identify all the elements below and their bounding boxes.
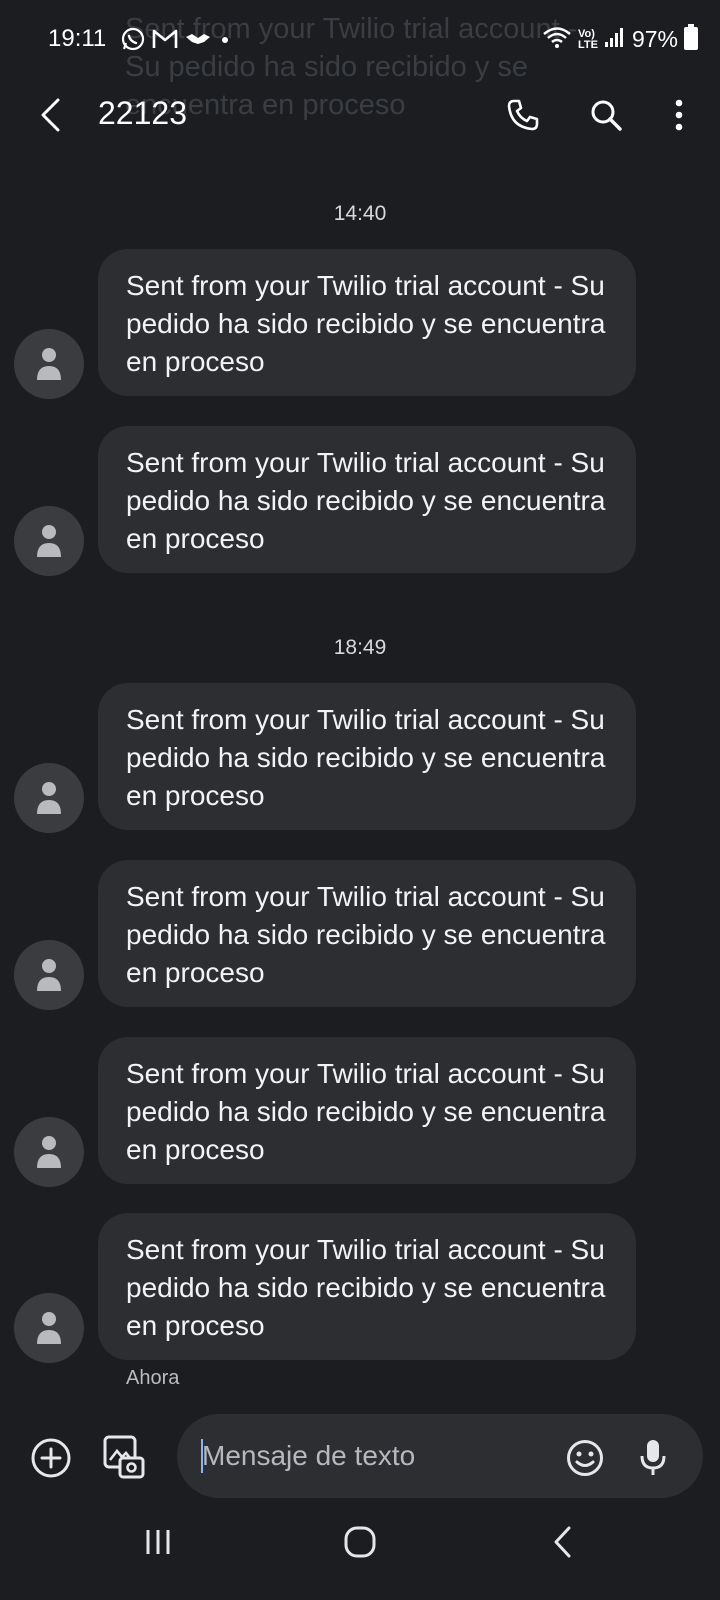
search-button[interactable] <box>583 92 629 138</box>
message-bubble[interactable]: Sent from your Twilio trial account - Su… <box>98 1213 636 1360</box>
home-button[interactable] <box>340 1522 380 1562</box>
home-icon <box>344 1526 376 1558</box>
timestamp-divider: 18:49 <box>333 636 387 659</box>
message-row: Sent from your Twilio trial account - Su… <box>0 683 720 833</box>
whatsapp-icon <box>120 26 146 57</box>
back-button[interactable] <box>30 92 70 138</box>
text-caret <box>201 1439 203 1473</box>
person-icon <box>37 782 61 814</box>
contact-title[interactable]: 22123 <box>98 95 187 132</box>
more-options-button[interactable] <box>656 92 702 138</box>
back-arrow-icon <box>41 98 60 132</box>
status-time: 19:11 <box>48 25 107 52</box>
system-back-button[interactable] <box>545 1522 581 1562</box>
battery-level: 97% <box>631 26 678 52</box>
status-bar: 19:11 Vo) LTE 97% <box>0 0 720 80</box>
message-bubble[interactable]: Sent from your Twilio trial account - Su… <box>98 683 636 830</box>
message-bubble[interactable]: Sent from your Twilio trial account - Su… <box>98 249 636 396</box>
volte-top-text: Vo) <box>577 27 595 40</box>
message-row: Sent from your Twilio trial account - Su… <box>0 249 720 399</box>
mic-icon <box>640 1440 666 1475</box>
back-icon <box>554 1526 571 1558</box>
avatar[interactable] <box>14 763 84 833</box>
message-input[interactable] <box>202 1436 542 1476</box>
person-icon <box>37 348 61 380</box>
message-status-time: Ahora <box>126 1367 180 1389</box>
message-bubble[interactable]: Sent from your Twilio trial account - Su… <box>98 1037 636 1184</box>
message-row: Sent from your Twilio trial account - Su… <box>0 860 720 1010</box>
system-navigation-bar <box>0 1510 720 1600</box>
signal-icon <box>604 26 626 53</box>
dot-icon <box>218 32 232 51</box>
system-status-icons: Vo) LTE 97% <box>542 24 698 55</box>
call-button[interactable] <box>500 92 546 138</box>
recents-button[interactable] <box>138 1522 178 1562</box>
conversation-header: 22123 <box>0 80 720 150</box>
message-bubble[interactable]: Sent from your Twilio trial account - Su… <box>98 426 636 573</box>
phone-icon <box>507 99 539 131</box>
gmail-icon <box>152 28 178 55</box>
search-icon <box>591 100 622 131</box>
volte-bottom-text: LTE <box>577 38 598 51</box>
recents-icon <box>146 1530 170 1554</box>
gallery-button[interactable] <box>101 1433 147 1481</box>
message-row: Sent from your Twilio trial account - Su… <box>0 1213 720 1363</box>
add-circle-icon <box>31 1438 71 1478</box>
notification-icons <box>120 26 232 57</box>
voice-input-button[interactable] <box>636 1436 670 1480</box>
messages-screen: Sent from your Twilio trial account - Su… <box>0 0 720 1600</box>
handshake-icon <box>184 29 212 54</box>
person-icon <box>37 525 61 557</box>
avatar[interactable] <box>14 940 84 1010</box>
person-icon <box>37 1312 61 1344</box>
message-row: Sent from your Twilio trial account - Su… <box>0 426 720 576</box>
volte-icon: Vo) LTE <box>577 27 598 51</box>
attach-button[interactable] <box>29 1436 73 1480</box>
message-row: Sent from your Twilio trial account - Su… <box>0 1037 720 1187</box>
emoji-button[interactable] <box>563 1436 607 1480</box>
battery-icon <box>684 24 698 55</box>
more-vert-icon <box>675 99 683 131</box>
avatar[interactable] <box>14 506 84 576</box>
avatar[interactable] <box>14 1293 84 1363</box>
timestamp-divider: 14:40 <box>333 202 387 225</box>
wifi-icon <box>542 25 572 54</box>
person-icon <box>37 1136 61 1168</box>
avatar[interactable] <box>14 329 84 399</box>
person-icon <box>37 959 61 991</box>
avatar[interactable] <box>14 1117 84 1187</box>
gallery-icon <box>103 1435 145 1479</box>
emoji-icon <box>567 1440 603 1476</box>
message-bubble[interactable]: Sent from your Twilio trial account - Su… <box>98 860 636 1007</box>
